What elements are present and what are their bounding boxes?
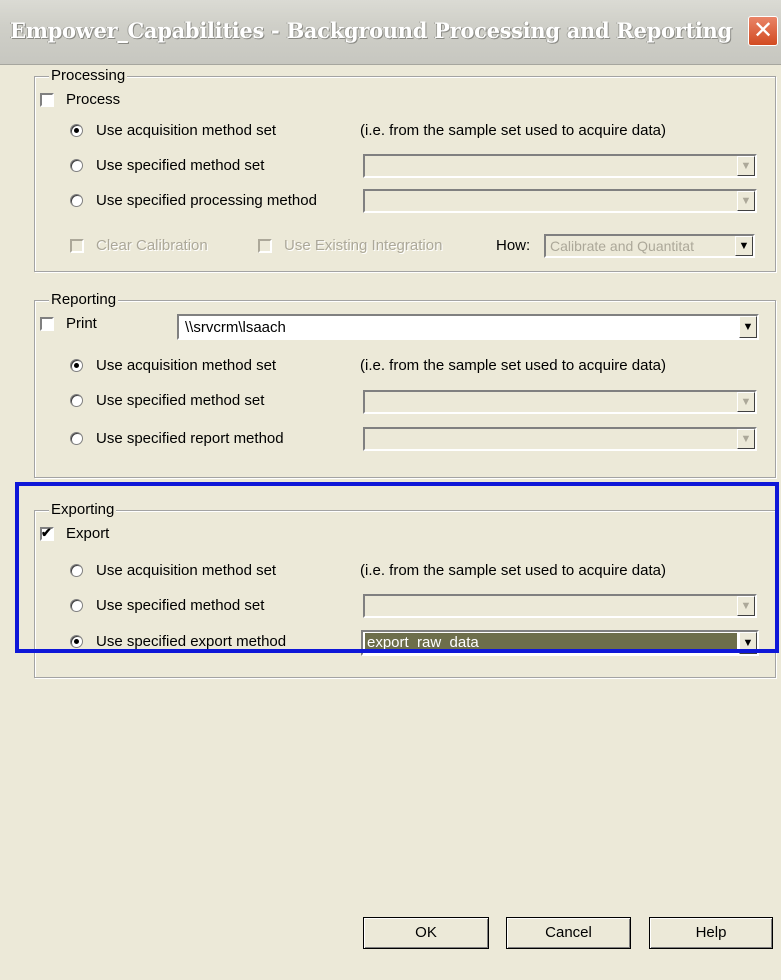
reporting-radio-report-method-label: Use specified report method <box>96 430 284 447</box>
reporting-radio-acquisition-note: (i.e. from the sample set used to acquir… <box>360 357 666 374</box>
exporting-radio-method-set-label: Use specified method set <box>96 597 265 614</box>
export-method-value: export_raw_data <box>365 633 737 653</box>
reporting-group-label: Reporting <box>49 291 119 308</box>
print-checkbox[interactable] <box>40 317 54 331</box>
chevron-down-icon[interactable]: ▼ <box>735 236 753 256</box>
checkmark-icon: ✔ <box>41 525 52 540</box>
reporting-radio-acquisition[interactable] <box>70 359 83 372</box>
exporting-radio-acquisition[interactable] <box>70 564 83 577</box>
ok-button[interactable]: OK <box>363 917 489 949</box>
printer-dropdown[interactable]: \\srvcrm\lsaach ▼ <box>177 314 759 340</box>
cancel-button[interactable]: Cancel <box>506 917 631 949</box>
how-dropdown[interactable]: Calibrate and Quantitat ▼ <box>544 234 755 258</box>
processing-method-dropdown[interactable]: ▼ <box>363 189 757 213</box>
close-icon: ✕ <box>752 16 774 44</box>
processing-radio-acquisition-label: Use acquisition method set <box>96 122 277 139</box>
how-label: How: <box>496 237 531 254</box>
processing-radio-acquisition-note: (i.e. from the sample set used to acquir… <box>360 122 666 139</box>
reporting-radio-method-set[interactable] <box>70 394 83 407</box>
chevron-down-icon[interactable]: ▼ <box>737 156 755 176</box>
window-title: Empower_Capabilities - Background Proces… <box>10 18 732 43</box>
process-label: Process <box>66 91 121 108</box>
printer-value: \\srvcrm\lsaach <box>185 319 286 336</box>
chevron-down-icon[interactable]: ▼ <box>737 191 755 211</box>
dialog-body: Processing Process Use acquisition metho… <box>0 65 781 980</box>
report-method-dropdown[interactable]: ▼ <box>363 427 757 451</box>
print-label: Print <box>66 315 97 332</box>
exporting-method-set-dropdown[interactable]: ▼ <box>363 594 757 618</box>
title-bar: Empower_Capabilities - Background Proces… <box>0 0 781 65</box>
chevron-down-icon[interactable]: ▼ <box>737 392 755 412</box>
clear-calibration-checkbox[interactable] <box>70 239 84 253</box>
help-button[interactable]: Help <box>649 917 773 949</box>
export-label: Export <box>66 525 110 542</box>
exporting-radio-export-method[interactable] <box>70 635 83 648</box>
chevron-down-icon[interactable]: ▼ <box>737 429 755 449</box>
processing-group-label: Processing <box>49 67 128 84</box>
chevron-down-icon[interactable]: ▼ <box>739 632 757 654</box>
exporting-group-label: Exporting <box>49 501 117 518</box>
export-checkbox[interactable]: ✔ <box>40 525 54 541</box>
use-existing-integration-checkbox[interactable] <box>258 239 272 253</box>
reporting-radio-acquisition-label: Use acquisition method set <box>96 357 277 374</box>
processing-radio-acquisition[interactable] <box>70 124 83 137</box>
reporting-radio-report-method[interactable] <box>70 432 83 445</box>
exporting-radio-export-method-label: Use specified export method <box>96 633 287 650</box>
use-existing-integration-label: Use Existing Integration <box>284 237 443 254</box>
exporting-radio-acquisition-label: Use acquisition method set <box>96 562 277 579</box>
chevron-down-icon[interactable]: ▼ <box>739 316 757 338</box>
reporting-radio-method-set-label: Use specified method set <box>96 392 265 409</box>
processing-radio-method-set-label: Use specified method set <box>96 157 265 174</box>
exporting-radio-acquisition-note: (i.e. from the sample set used to acquir… <box>360 562 666 579</box>
exporting-radio-method-set[interactable] <box>70 599 83 612</box>
close-button[interactable]: ✕ <box>748 16 778 46</box>
processing-radio-processing-method-label: Use specified processing method <box>96 192 317 209</box>
export-method-dropdown[interactable]: export_raw_data ▼ <box>361 630 759 656</box>
processing-method-set-dropdown[interactable]: ▼ <box>363 154 757 178</box>
process-checkbox[interactable] <box>40 93 54 107</box>
chevron-down-icon[interactable]: ▼ <box>737 596 755 616</box>
clear-calibration-label: Clear Calibration <box>96 237 208 254</box>
reporting-method-set-dropdown[interactable]: ▼ <box>363 390 757 414</box>
processing-radio-method-set[interactable] <box>70 159 83 172</box>
how-dropdown-value: Calibrate and Quantitat <box>550 238 694 254</box>
processing-radio-processing-method[interactable] <box>70 194 83 207</box>
